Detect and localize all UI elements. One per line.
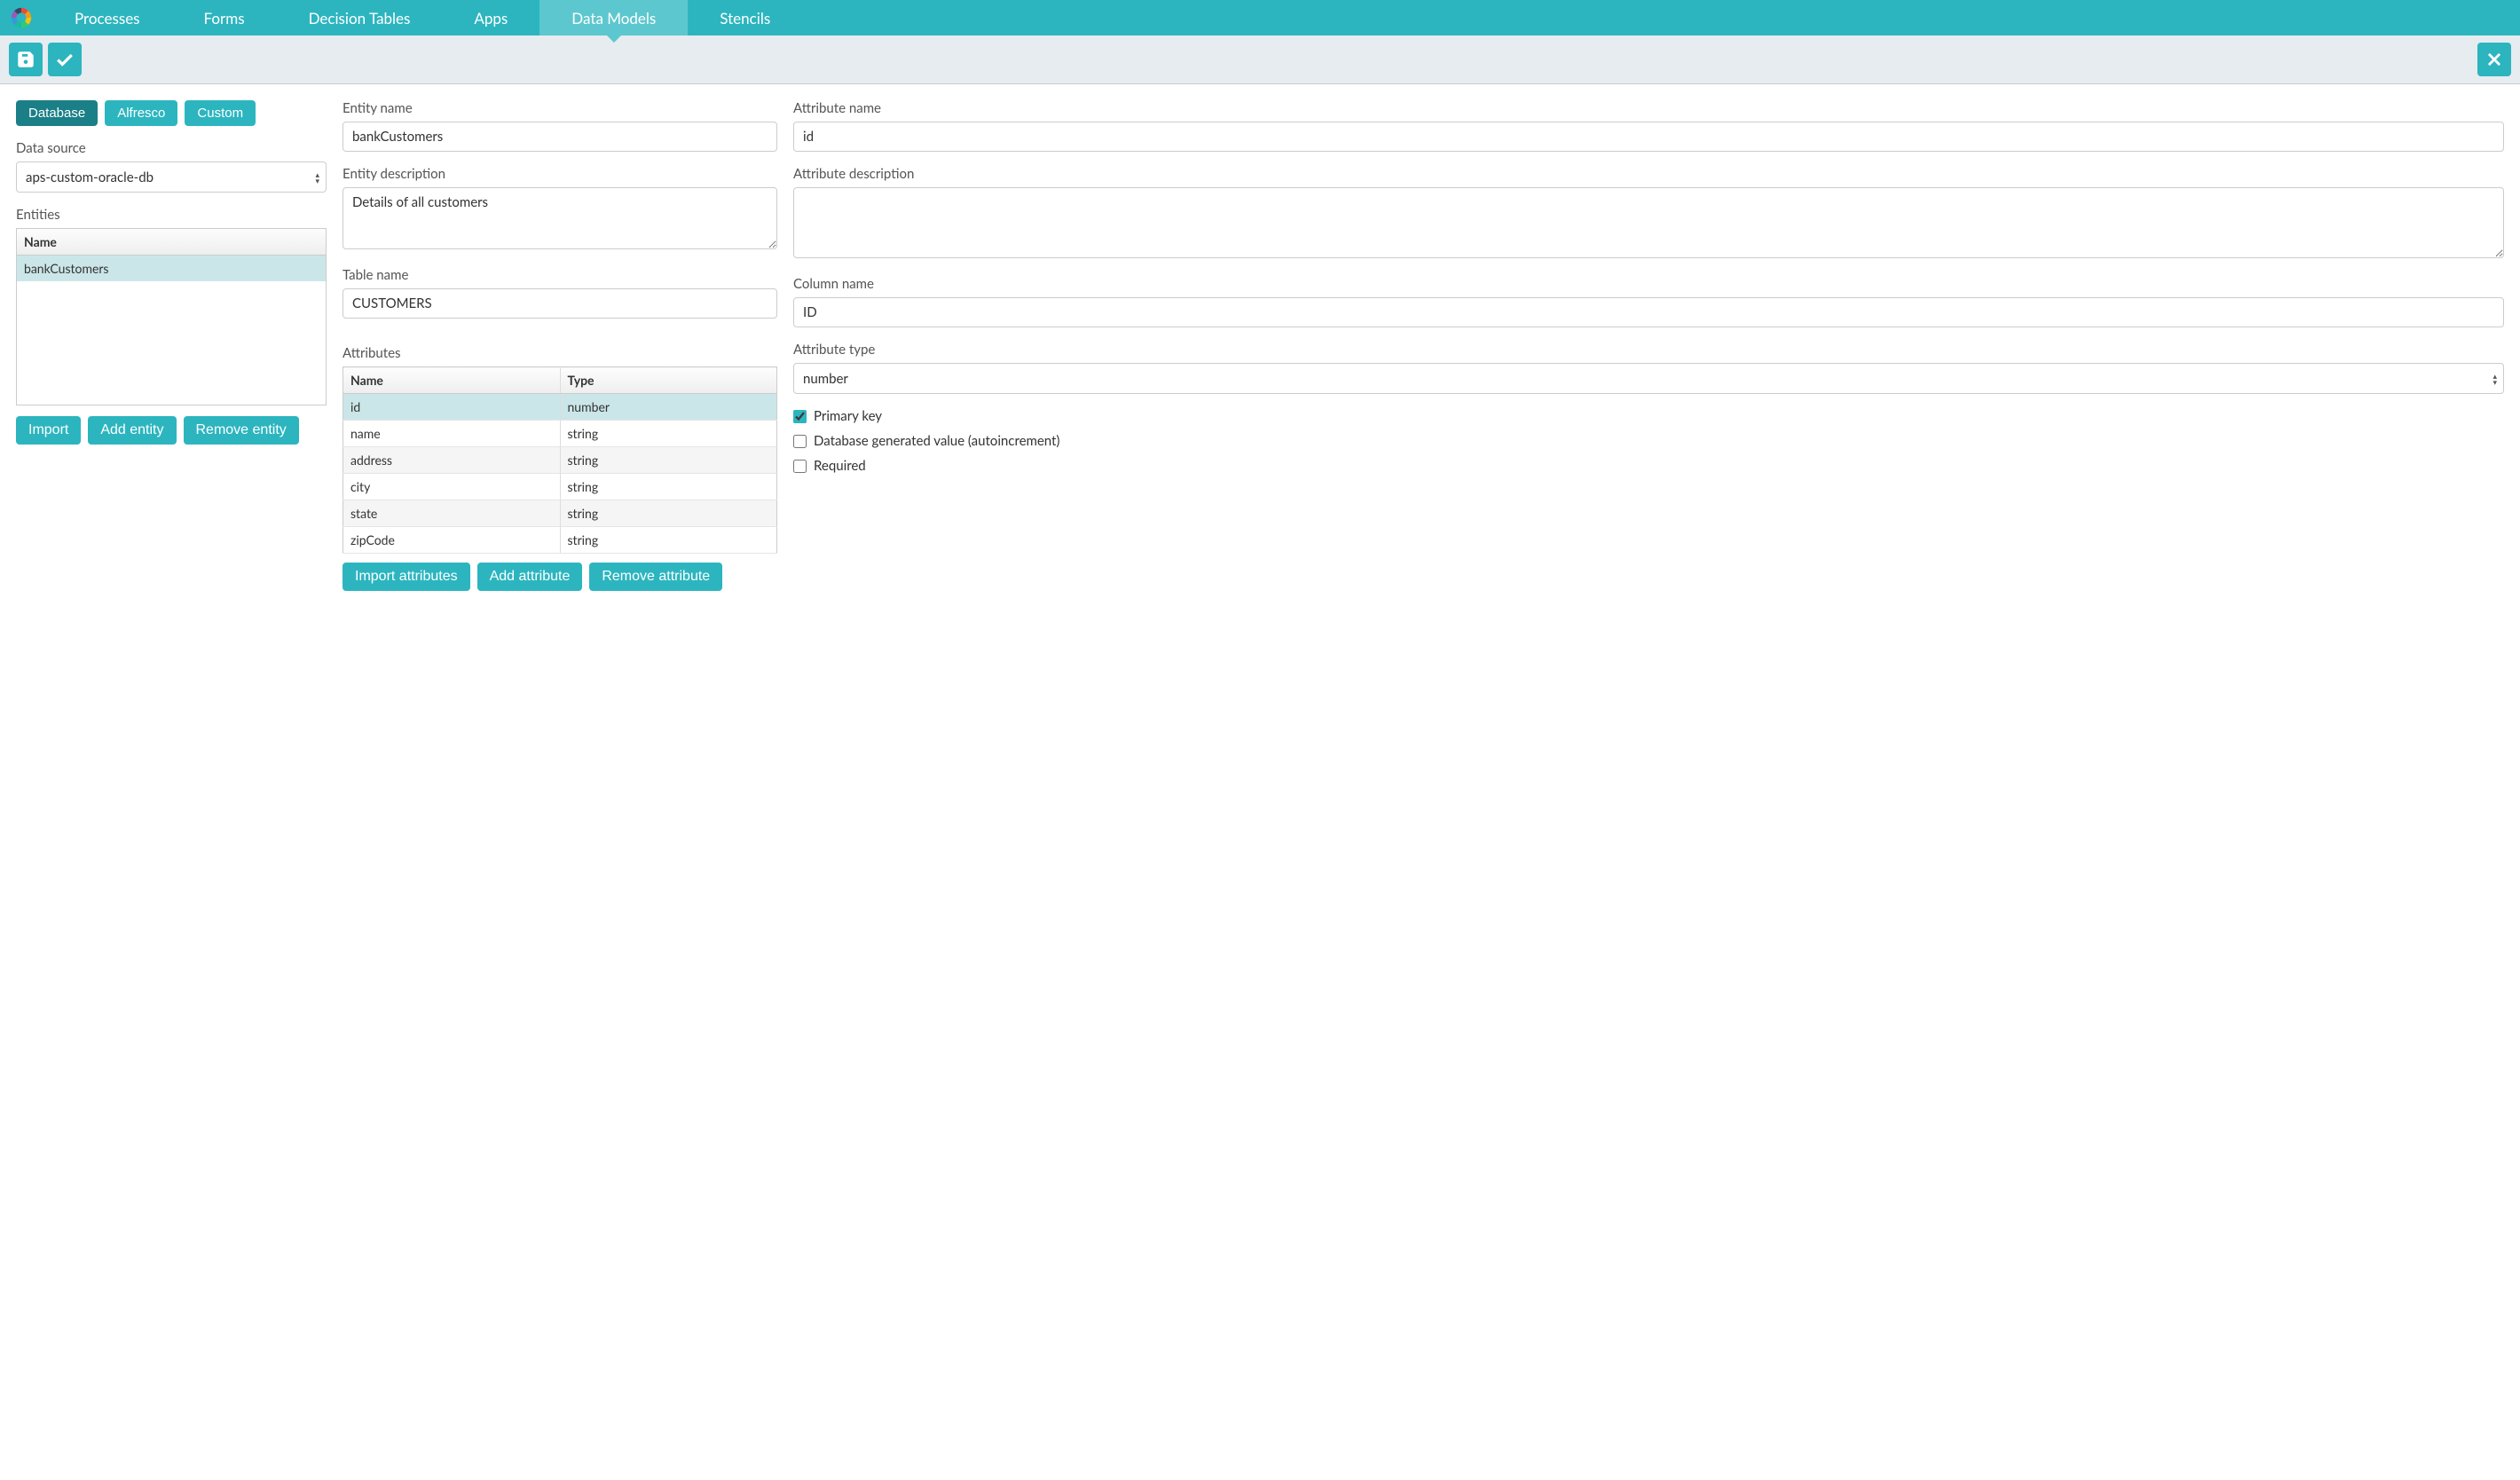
data-source-label: Data source xyxy=(16,140,327,156)
nav-processes[interactable]: Processes xyxy=(43,0,172,35)
attributes-header-type: Type xyxy=(560,367,777,394)
save-button[interactable] xyxy=(9,43,43,76)
entity-row[interactable]: bankCustomers xyxy=(17,256,326,281)
import-entity-button[interactable]: Import xyxy=(16,416,81,445)
entity-name-input[interactable] xyxy=(343,122,777,152)
add-entity-button[interactable]: Add entity xyxy=(88,416,176,445)
attribute-row[interactable]: statestring xyxy=(343,500,777,527)
attr-type-select[interactable]: number xyxy=(793,363,2504,394)
primary-key-checkbox[interactable] xyxy=(793,410,807,423)
remove-entity-button[interactable]: Remove entity xyxy=(184,416,299,445)
attr-desc-input[interactable] xyxy=(793,187,2504,258)
close-button[interactable] xyxy=(2477,43,2511,76)
nav-stencils[interactable]: Stencils xyxy=(688,0,802,35)
entities-header: Name xyxy=(17,229,326,256)
autoincrement-checkbox[interactable] xyxy=(793,435,807,448)
toolbar xyxy=(0,35,2520,84)
attribute-row[interactable]: citystring xyxy=(343,474,777,500)
tab-database[interactable]: Database xyxy=(16,100,98,126)
attr-desc-label: Attribute description xyxy=(793,166,2504,182)
entities-list: Name bankCustomers xyxy=(16,228,327,405)
remove-attribute-button[interactable]: Remove attribute xyxy=(589,563,722,591)
top-nav: ProcessesFormsDecision TablesAppsData Mo… xyxy=(0,0,2520,35)
table-name-input[interactable] xyxy=(343,288,777,319)
data-source-select[interactable]: aps-custom-oracle-db xyxy=(16,161,327,193)
autoincrement-label[interactable]: Database generated value (autoincrement) xyxy=(814,433,1059,449)
required-label[interactable]: Required xyxy=(814,458,866,474)
table-name-label: Table name xyxy=(343,267,777,283)
check-icon xyxy=(55,50,75,69)
save-icon xyxy=(16,50,35,69)
datasource-type-tabs: Database Alfresco Custom xyxy=(16,100,327,126)
attributes-label: Attributes xyxy=(343,345,777,361)
column-name-input[interactable] xyxy=(793,297,2504,327)
nav-decision-tables[interactable]: Decision Tables xyxy=(277,0,443,35)
attribute-row[interactable]: zipCodestring xyxy=(343,527,777,554)
close-icon xyxy=(2485,50,2504,69)
add-attribute-button[interactable]: Add attribute xyxy=(477,563,583,591)
attribute-row[interactable]: namestring xyxy=(343,421,777,447)
attr-name-label: Attribute name xyxy=(793,100,2504,116)
import-attributes-button[interactable]: Import attributes xyxy=(343,563,470,591)
app-logo xyxy=(5,2,37,34)
attributes-header-name: Name xyxy=(343,367,561,394)
tab-custom[interactable]: Custom xyxy=(185,100,256,126)
required-checkbox[interactable] xyxy=(793,460,807,473)
attr-name-input[interactable] xyxy=(793,122,2504,152)
entity-desc-input[interactable]: Details of all customers xyxy=(343,187,777,249)
attribute-row[interactable]: addressstring xyxy=(343,447,777,474)
nav-data-models[interactable]: Data Models xyxy=(539,0,688,35)
attr-type-label: Attribute type xyxy=(793,342,2504,358)
nav-apps[interactable]: Apps xyxy=(442,0,539,35)
validate-button[interactable] xyxy=(48,43,82,76)
attributes-table: Name Type idnumbernamestringaddressstrin… xyxy=(343,366,777,554)
column-name-label: Column name xyxy=(793,276,2504,292)
entities-label: Entities xyxy=(16,207,327,223)
nav-forms[interactable]: Forms xyxy=(172,0,277,35)
entity-desc-label: Entity description xyxy=(343,166,777,182)
tab-alfresco[interactable]: Alfresco xyxy=(105,100,177,126)
primary-key-label[interactable]: Primary key xyxy=(814,408,882,424)
attribute-row[interactable]: idnumber xyxy=(343,394,777,421)
entity-name-label: Entity name xyxy=(343,100,777,116)
